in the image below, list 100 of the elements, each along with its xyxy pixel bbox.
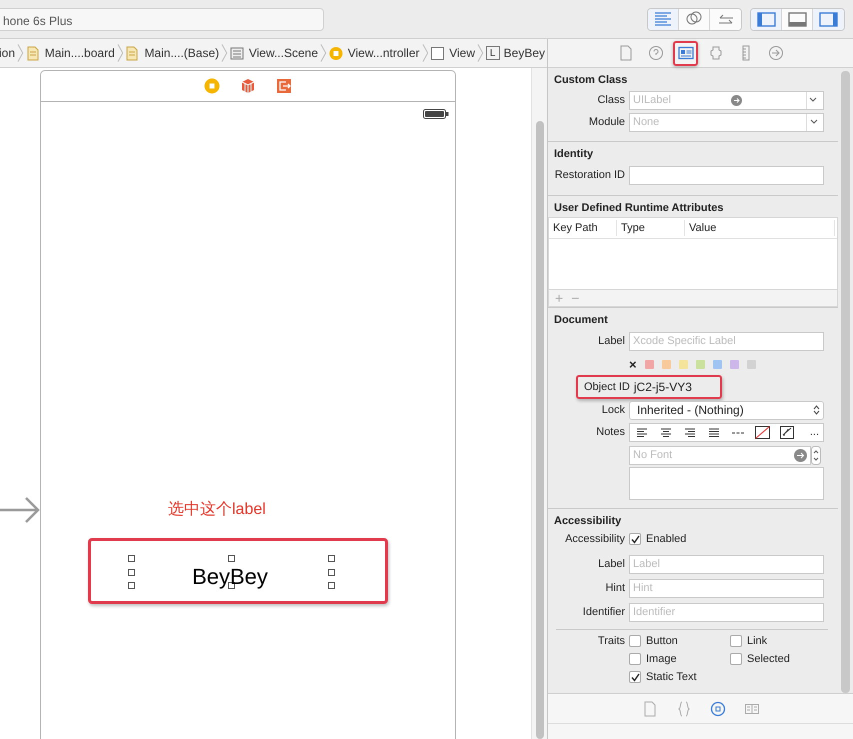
color-swatch[interactable]: [644, 360, 654, 368]
scrollbar[interactable]: [841, 71, 850, 693]
placeholder-text: No Font: [633, 448, 672, 463]
battery-icon: [423, 109, 449, 119]
placeholder-text: Identifier: [633, 604, 676, 620]
dropdown-icon[interactable]: [809, 97, 818, 103]
list-icon: [230, 46, 245, 60]
checkbox-label: Static Text: [646, 670, 697, 685]
checkbox[interactable]: [730, 635, 742, 647]
label-text[interactable]: BeyBey: [150, 561, 310, 591]
checkbox-label: Image: [646, 652, 677, 667]
editor-mode-control[interactable]: [647, 8, 742, 30]
chevron-icon: [221, 42, 228, 64]
scrollbar[interactable]: [531, 68, 547, 739]
help-icon: [648, 45, 664, 61]
stepper-icon: [813, 405, 820, 415]
document-icon: [125, 46, 140, 60]
breadcrumb-item[interactable]: ion: [0, 44, 16, 62]
section-title: Document: [553, 313, 609, 328]
file-icon: [618, 45, 634, 61]
section-title: Accessibility: [553, 514, 622, 529]
checkbox-label: Enabled: [646, 532, 686, 547]
chevron-icon: [116, 42, 124, 64]
color-swatch[interactable]: [712, 360, 722, 368]
chevron-icon: [476, 42, 484, 64]
notes-field[interactable]: [629, 467, 824, 500]
checkbox-label: Button: [646, 634, 678, 649]
document-icon: [26, 46, 41, 60]
breadcrumb-item[interactable]: View...ntroller: [348, 44, 420, 62]
placeholder-text: UILabel: [633, 92, 671, 108]
placeholder-text: None: [633, 114, 660, 130]
placeholder-text: Hint: [633, 580, 653, 596]
panel-icon: [756, 10, 776, 28]
left-panel-button[interactable]: [751, 8, 782, 30]
placeholder-text: Label: [633, 556, 660, 572]
file-tab[interactable]: [642, 700, 658, 716]
field-label: Identifier: [582, 604, 626, 620]
text-color-icon[interactable]: [779, 424, 796, 440]
circle-icon: [328, 46, 344, 60]
braces-icon: [676, 700, 692, 716]
more-button[interactable]: ...: [810, 424, 823, 440]
section-title: Identity: [553, 147, 594, 162]
right-panel-button[interactable]: [813, 8, 844, 30]
section-title: Custom Class: [553, 73, 628, 88]
text-field[interactable]: [629, 166, 824, 184]
panel-icon: [818, 10, 839, 28]
arrows-icon: [718, 14, 734, 24]
breadcrumb-item[interactable]: Main....(Base): [144, 44, 220, 62]
chevron-icon: [422, 42, 428, 64]
field-label: Restoration ID: [554, 168, 626, 183]
color-swatch[interactable]: [746, 360, 756, 368]
stepper-icon[interactable]: [811, 446, 821, 464]
panel-toggle-control[interactable]: [750, 8, 845, 30]
braces-tab[interactable]: [676, 700, 692, 716]
dropdown-icon[interactable]: [810, 119, 818, 125]
annotation-text: 选中这个label: [168, 500, 266, 520]
square-icon: [430, 46, 446, 60]
checkbox[interactable]: [629, 653, 641, 665]
scheme-field[interactable]: hone 6s Plus: [0, 8, 324, 30]
color-swatch[interactable]: [730, 360, 739, 368]
placeholder-text: Xcode Specific Label: [633, 334, 736, 349]
clear-color-button[interactable]: ×: [629, 358, 637, 370]
arrow-circle-icon: [768, 45, 784, 61]
checkbox[interactable]: [730, 653, 742, 665]
field-label: Notes: [595, 424, 626, 440]
checkbox[interactable]: [629, 533, 641, 545]
standard-editor-button[interactable]: [648, 8, 679, 30]
field-label: Class: [596, 92, 626, 108]
resize-handle[interactable]: [228, 555, 235, 562]
exit-icon[interactable]: [276, 78, 292, 94]
cube-icon[interactable]: [240, 78, 256, 94]
field-label: Traits: [596, 634, 626, 649]
column-header: Key Path: [549, 220, 617, 236]
resize-handle[interactable]: [228, 582, 235, 589]
breadcrumb-item[interactable]: BeyBey: [504, 44, 546, 62]
file-icon: [642, 700, 658, 716]
chevron-icon: [320, 42, 327, 64]
breadcrumb-item[interactable]: View: [449, 44, 475, 62]
column-header: Type: [617, 220, 685, 236]
checkbox-label: Selected: [747, 652, 790, 667]
object-tab[interactable]: [710, 700, 726, 716]
go-arrow-icon[interactable]: [731, 94, 742, 106]
section-title: User Defined Runtime Attributes: [553, 201, 725, 216]
color-swatch[interactable]: [696, 360, 705, 368]
no-color-icon[interactable]: [754, 424, 771, 440]
breadcrumb-item[interactable]: Main....board: [44, 44, 115, 62]
color-swatch[interactable]: [678, 360, 688, 368]
breadcrumb-item[interactable]: View...Scene: [248, 44, 318, 62]
id-card-tab[interactable]: [673, 40, 698, 66]
popup-button[interactable]: Inherited - (Nothing): [629, 400, 824, 420]
label-icon: L: [486, 46, 500, 60]
object-icon: [710, 700, 726, 716]
checkbox[interactable]: [629, 635, 641, 647]
checkbox-label: Link: [747, 634, 768, 649]
id-card-icon: [678, 45, 694, 61]
panel-icon: [786, 10, 808, 28]
color-swatch[interactable]: [662, 360, 671, 368]
field-label: Lock: [600, 402, 626, 418]
checkbox[interactable]: [629, 671, 641, 683]
object-id-text: jC2-j5-VY3: [634, 379, 692, 396]
